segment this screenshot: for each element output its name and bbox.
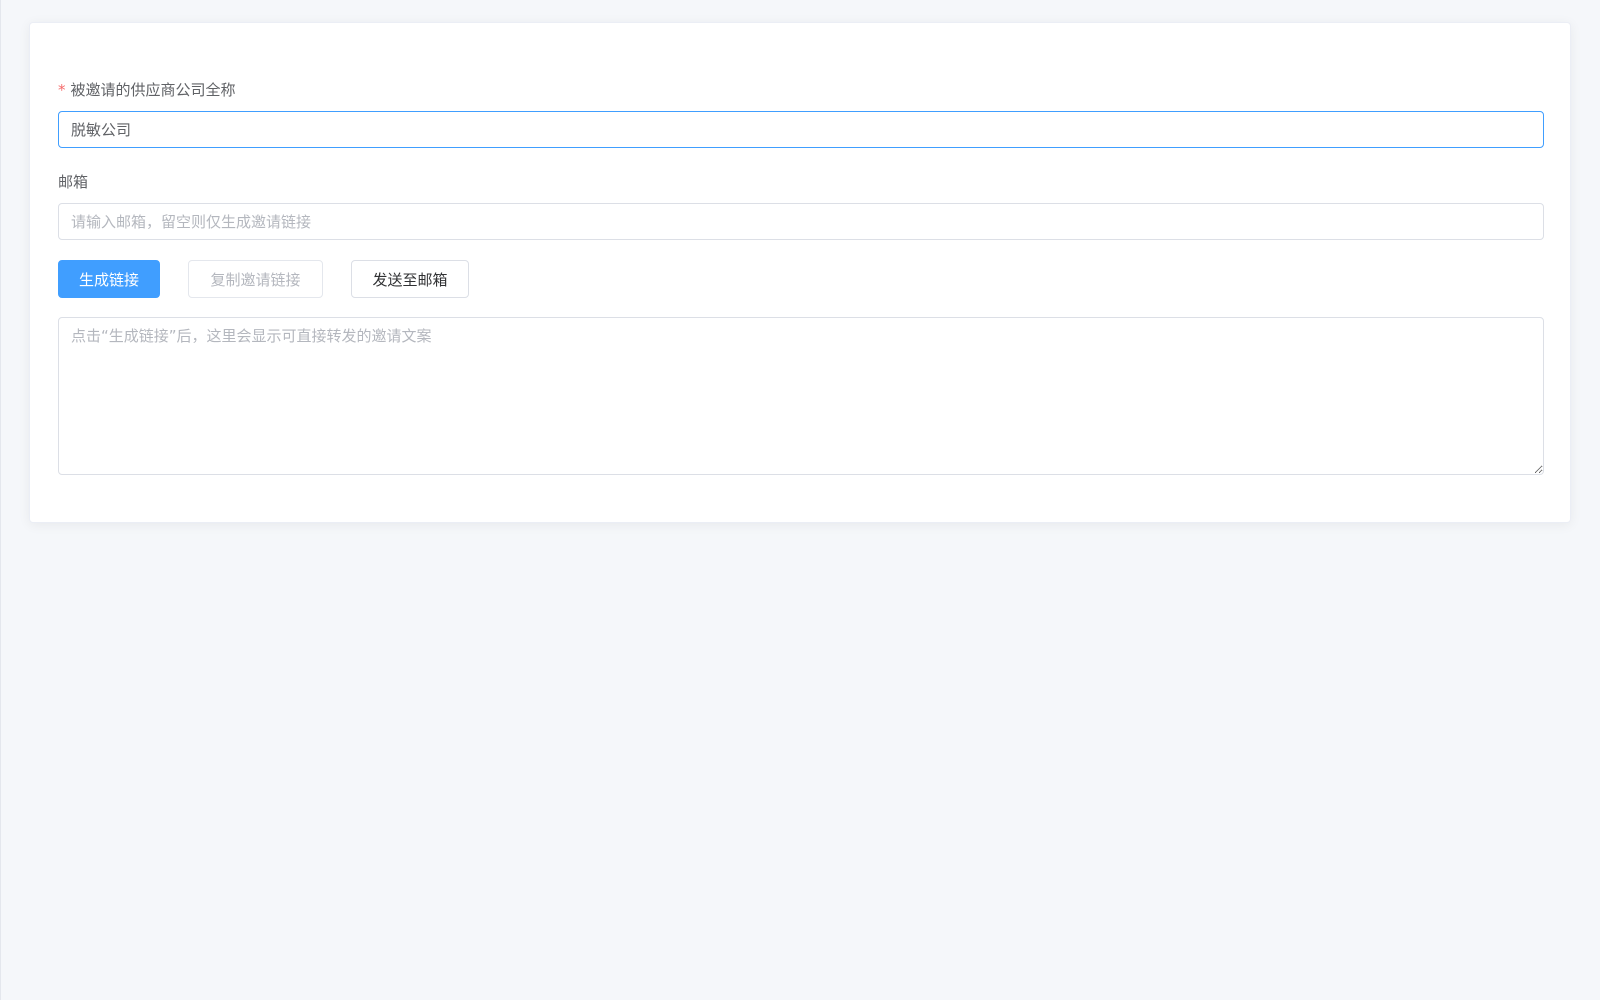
invite-text-area[interactable] — [58, 317, 1544, 475]
action-buttons: 生成链接 复制邀请链接 发送至邮箱 — [58, 260, 1544, 298]
invite-card: *被邀请的供应商公司全称 邮箱 生成链接 复制邀请链接 发送至邮箱 — [29, 22, 1571, 523]
email-label: 邮箱 — [58, 171, 1544, 193]
company-label-text: 被邀请的供应商公司全称 — [70, 81, 236, 99]
invite-form: *被邀请的供应商公司全称 邮箱 生成链接 复制邀请链接 发送至邮箱 — [58, 79, 1544, 475]
email-label-text: 邮箱 — [58, 173, 89, 191]
email-input[interactable] — [58, 203, 1544, 240]
copy-invite-link-button[interactable]: 复制邀请链接 — [188, 260, 323, 298]
required-mark: * — [58, 81, 66, 99]
company-label: * 被邀请的供应商公司全称 — [58, 79, 1544, 101]
generate-link-button[interactable]: 生成链接 — [58, 260, 160, 298]
send-to-email-button[interactable]: 发送至邮箱 — [351, 260, 469, 298]
page-left-border — [0, 0, 1, 1000]
company-name-input[interactable] — [58, 111, 1544, 148]
